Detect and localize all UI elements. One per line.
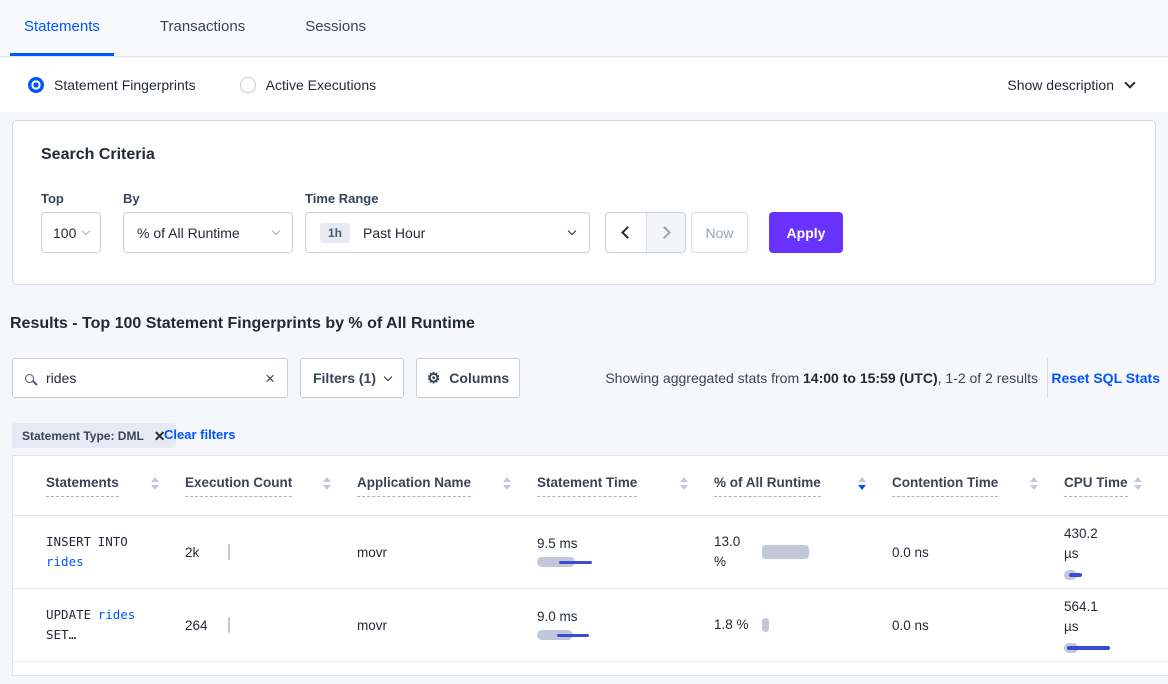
chevron-left-icon: [621, 226, 634, 239]
tab-sessions[interactable]: Sessions: [291, 0, 380, 56]
statement-fingerprint-link[interactable]: rides: [46, 554, 84, 569]
search-input[interactable]: [46, 370, 265, 386]
search-criteria-title: Search Criteria: [41, 146, 155, 164]
contention-time-cell: 0.0 ns: [892, 589, 1064, 661]
table-row: INSERT INTO rides 2k movr 9.5 ms 13.0 % …: [13, 516, 1168, 589]
tab-statements[interactable]: Statements: [10, 0, 114, 56]
sort-icon: [1030, 477, 1038, 494]
radio-active-executions[interactable]: Active Executions: [240, 77, 377, 93]
radio-unselected-icon: [240, 77, 256, 93]
sort-icon: [503, 477, 511, 494]
time-range-label: Time Range: [305, 191, 378, 206]
statement-cell: UPDATE rides SET…: [13, 589, 185, 661]
sort-icon: [151, 477, 159, 494]
tab-transactions[interactable]: Transactions: [146, 0, 259, 56]
time-next-button[interactable]: [646, 213, 686, 252]
statement-time-cell: 9.5 ms: [537, 516, 714, 588]
chevron-down-icon: [568, 226, 576, 234]
radio-label: Active Executions: [266, 77, 377, 93]
radio-selected-icon: [28, 77, 44, 93]
filter-chip-statement-type: Statement Type: DML ✕: [12, 423, 176, 448]
filters-button[interactable]: Filters (1): [300, 358, 404, 398]
runtime-pct-cell: 1.8 %: [714, 589, 892, 661]
clear-filters-link[interactable]: Clear filters: [164, 427, 236, 442]
aggregated-stats-note: Showing aggregated stats from 14:00 to 1…: [605, 370, 1038, 386]
statement-time-bar: [537, 556, 607, 568]
statement-fingerprint-link[interactable]: rides: [98, 607, 136, 622]
col-header-runtime-pct[interactable]: % of All Runtime: [714, 456, 892, 515]
search-criteria-panel: Search Criteria Top By Time Range 100 % …: [12, 120, 1156, 285]
table-row: UPDATE rides SET… 264 movr 9.0 ms 1.8 % …: [13, 589, 1168, 662]
col-header-application-name[interactable]: Application Name: [357, 456, 537, 515]
sort-icon: [323, 477, 331, 494]
col-header-statements[interactable]: Statements: [13, 456, 185, 515]
contention-time-cell: 0.0 ns: [892, 516, 1064, 588]
table-footer-spacer: [13, 662, 1168, 676]
runtime-pct-bar: [762, 545, 812, 559]
application-name-cell: movr: [357, 516, 537, 588]
time-range-select[interactable]: 1h Past Hour: [305, 212, 590, 253]
chevron-right-icon: [658, 226, 671, 239]
columns-button[interactable]: ⚙ Columns: [416, 358, 520, 398]
statements-table: Statements Execution Count Application N…: [12, 455, 1168, 676]
col-header-cpu-time[interactable]: CPU Time: [1064, 456, 1168, 515]
apply-button[interactable]: Apply: [769, 212, 843, 253]
sort-icon: [680, 477, 688, 494]
col-header-statement-time[interactable]: Statement Time: [537, 456, 714, 515]
execution-count-cell: 264: [185, 589, 357, 661]
sort-icon: [1134, 477, 1142, 494]
by-label: By: [123, 191, 140, 206]
results-heading: Results - Top 100 Statement Fingerprints…: [10, 315, 475, 333]
view-toggle-bar: Statement Fingerprints Active Executions…: [0, 58, 1168, 112]
chevron-down-icon: [384, 373, 392, 381]
runtime-pct-cell: 13.0 %: [714, 516, 892, 588]
divider: [1047, 358, 1048, 398]
radio-label: Statement Fingerprints: [54, 77, 196, 93]
statement-time-cell: 9.0 ms: [537, 589, 714, 661]
sort-desc-icon: [858, 477, 866, 494]
col-header-contention-time[interactable]: Contention Time: [892, 456, 1064, 515]
by-select[interactable]: % of All Runtime: [123, 212, 293, 253]
statement-search-box: ×: [12, 358, 288, 398]
chevron-down-icon: [272, 226, 280, 234]
time-prev-button[interactable]: [606, 213, 646, 252]
cpu-time-bar: [1064, 642, 1134, 654]
cpu-time-cell: 564.1 µs: [1064, 589, 1168, 661]
clear-search-icon[interactable]: ×: [265, 370, 275, 387]
search-icon: [25, 374, 34, 383]
application-name-cell: movr: [357, 589, 537, 661]
col-header-execution-count[interactable]: Execution Count: [185, 456, 357, 515]
now-button[interactable]: Now: [691, 212, 748, 253]
count-bar: [228, 617, 230, 633]
radio-statement-fingerprints[interactable]: Statement Fingerprints: [28, 77, 196, 93]
statement-time-bar: [537, 629, 607, 641]
gear-icon: ⚙: [427, 369, 440, 387]
cpu-time-bar: [1064, 569, 1134, 581]
time-range-badge: 1h: [320, 223, 350, 243]
table-header-row: Statements Execution Count Application N…: [13, 456, 1168, 516]
show-description-toggle[interactable]: Show description: [1007, 77, 1134, 93]
top-label: Top: [41, 191, 64, 206]
chevron-down-icon: [82, 226, 90, 234]
count-bar: [228, 544, 230, 560]
chevron-down-icon: [1124, 77, 1135, 88]
runtime-pct-bar: [762, 618, 812, 632]
top-tab-bar: Statements Transactions Sessions: [0, 0, 1168, 57]
time-nav-group: [605, 212, 686, 253]
statement-cell: INSERT INTO rides: [13, 516, 185, 588]
top-select[interactable]: 100: [41, 212, 101, 253]
reset-sql-stats-link[interactable]: Reset SQL Stats: [1051, 370, 1160, 386]
cpu-time-cell: 430.2 µs: [1064, 516, 1168, 588]
execution-count-cell: 2k: [185, 516, 357, 588]
